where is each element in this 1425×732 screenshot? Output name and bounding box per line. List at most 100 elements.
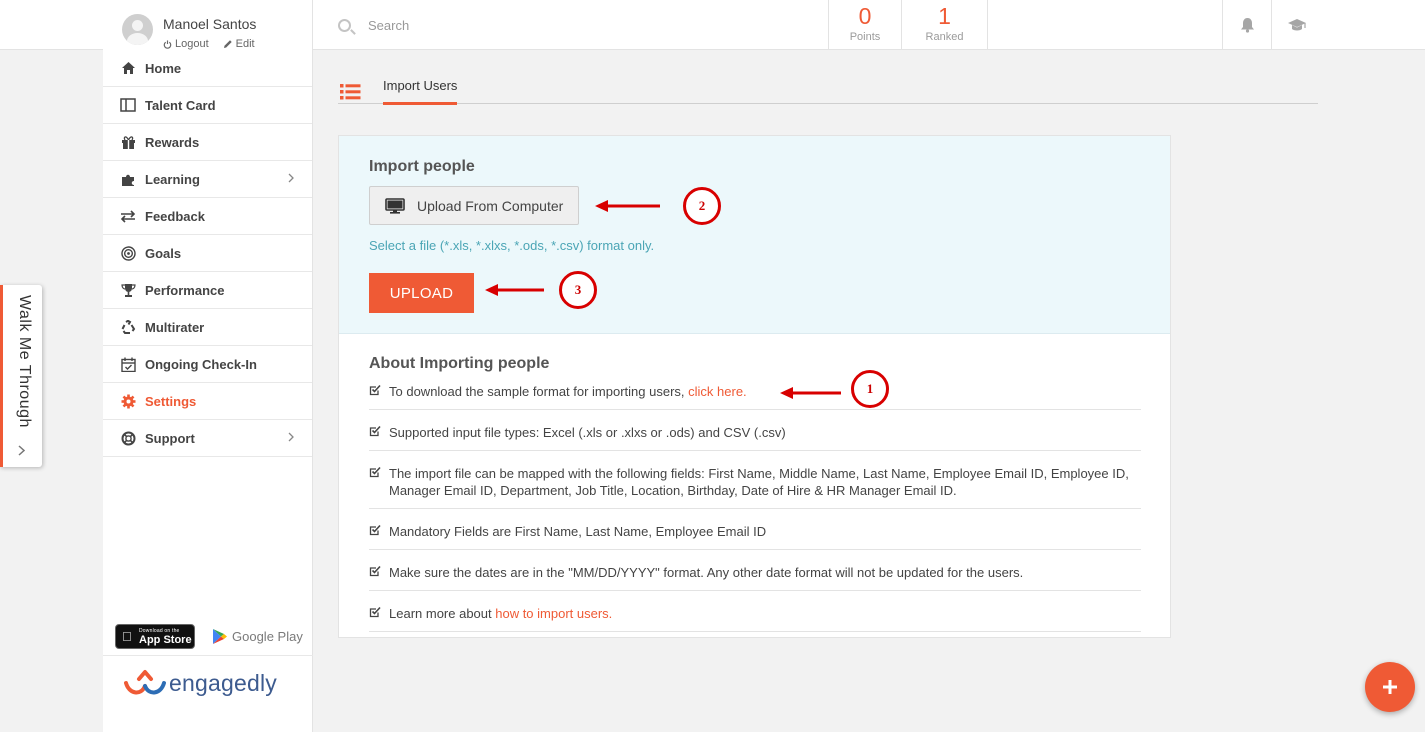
puzzle-icon: [121, 174, 134, 186]
engagedly-logo-icon: [124, 670, 166, 695]
gift-icon: [121, 136, 135, 149]
edit-label: Edit: [235, 38, 255, 50]
add-fab-button[interactable]: [1365, 662, 1415, 712]
recycle-icon: [121, 319, 136, 334]
annotation-arrow-1: [780, 387, 841, 399]
sidebar-item-talent-card[interactable]: Talent Card: [103, 87, 312, 124]
app-store-badge[interactable]:  Download on the App Store: [115, 624, 195, 649]
user-profile: Manoel Santos Logout Edit: [103, 0, 313, 50]
profile-links: Logout Edit: [163, 38, 255, 50]
item-text: Supported input file types: Excel (.xls …: [389, 425, 786, 440]
list-icon[interactable]: [340, 83, 361, 100]
sidebar-item-support[interactable]: Support: [103, 420, 312, 457]
google-play-text: Google Play: [232, 628, 303, 644]
google-play-badge[interactable]: Google Play: [212, 626, 303, 646]
logout-label: Logout: [175, 38, 209, 50]
annotation-circle-3: 3: [559, 271, 597, 309]
sidebar-item-label: Learning: [145, 171, 200, 187]
ranked-stat[interactable]: 1 Ranked: [901, 0, 988, 50]
item-text: Mandatory Fields are First Name, Last Na…: [389, 524, 767, 539]
brand-name: engagedly: [169, 669, 277, 696]
upload-button[interactable]: UPLOAD: [369, 273, 474, 313]
tab-import-users[interactable]: Import Users: [383, 78, 458, 105]
item-text: Learn more about: [389, 606, 496, 621]
list-item: Mandatory Fields are First Name, Last Na…: [369, 519, 1141, 550]
avatar[interactable]: [122, 14, 153, 45]
how-to-import-link[interactable]: how to import users.: [495, 606, 612, 621]
bell-icon: [1241, 18, 1254, 33]
app-store-text: App Store: [139, 634, 192, 646]
sample-format-link[interactable]: click here.: [688, 384, 747, 399]
home-icon: [121, 62, 135, 74]
item-text: To download the sample format for import…: [389, 384, 689, 399]
plus-icon: [1383, 680, 1397, 694]
google-play-icon: [213, 628, 227, 644]
learning-button[interactable]: [1271, 0, 1321, 50]
sidebar-item-ongoing-check-in[interactable]: Ongoing Check-In: [103, 346, 312, 383]
list-item: Supported input file types: Excel (.xls …: [369, 420, 1141, 451]
lifebuoy-icon: [121, 431, 135, 445]
check-square-icon: [369, 466, 381, 478]
file-format-hint: Select a file (*.xls, *.xlxs, *.ods, *.c…: [369, 238, 655, 253]
sidebar-item-label: Rewards: [145, 134, 200, 150]
pencil-icon: [223, 40, 232, 48]
sidebar-item-label: Home: [145, 60, 182, 76]
edit-link[interactable]: Edit: [223, 38, 255, 50]
walk-me-through-label: Walk Me Through: [16, 295, 33, 428]
check-square-icon: [369, 384, 381, 396]
talent-card-icon: [120, 98, 136, 112]
sidebar-item-label: Talent Card: [145, 97, 216, 113]
walk-me-through-tab[interactable]: Walk Me Through: [0, 285, 42, 467]
check-square-icon: [369, 524, 381, 536]
annotation-arrow-2: [595, 200, 660, 212]
ranked-value: 1: [938, 3, 951, 29]
sidebar-item-performance[interactable]: Performance: [103, 272, 312, 309]
list-item: To download the sample format for import…: [369, 379, 1141, 410]
sidebar: Home Talent Card Rewards Learning Feedba…: [103, 50, 313, 732]
notifications-button[interactable]: [1222, 0, 1272, 50]
list-item: The import file can be mapped with the f…: [369, 461, 1141, 509]
search-bar: [313, 0, 828, 50]
sidebar-item-goals[interactable]: Goals: [103, 235, 312, 272]
about-list: To download the sample format for import…: [369, 379, 1141, 642]
graduation-cap-icon: [1287, 18, 1306, 30]
import-panel: Import people Upload From Computer Selec…: [338, 135, 1171, 638]
annotation-circle-1: 1: [851, 370, 889, 408]
sidebar-item-rewards[interactable]: Rewards: [103, 124, 312, 161]
points-stat[interactable]: 0 Points: [828, 0, 901, 50]
sidebar-item-feedback[interactable]: Feedback: [103, 198, 312, 235]
tab-bar: Import Users: [338, 70, 1318, 105]
check-square-icon: [369, 425, 381, 437]
chevron-right-icon: [18, 445, 25, 456]
user-name: Manoel Santos: [163, 16, 257, 32]
check-square-icon: [369, 606, 381, 618]
item-text: Make sure the dates are in the "MM/DD/YY…: [389, 565, 1024, 580]
sidebar-item-multirater[interactable]: Multirater: [103, 309, 312, 346]
points-label: Points: [849, 31, 881, 43]
upload-from-computer-label: Upload From Computer: [417, 197, 564, 214]
item-text: The import file can be mapped with the f…: [389, 466, 1129, 498]
sidebar-item-label: Settings: [145, 393, 197, 409]
engagedly-logo: engagedly: [123, 665, 277, 701]
power-icon: [163, 39, 172, 49]
sidebar-item-learning[interactable]: Learning: [103, 161, 312, 198]
ranked-label: Ranked: [925, 31, 964, 43]
sidebar-item-label: Ongoing Check-In: [145, 356, 257, 372]
monitor-icon: [385, 197, 405, 214]
sidebar-item-settings[interactable]: Settings: [103, 383, 312, 420]
points-value: 0: [858, 3, 872, 29]
search-input[interactable]: [368, 14, 808, 36]
sidebar-item-label: Performance: [145, 282, 225, 298]
chevron-right-icon: [288, 173, 294, 183]
search-icon: [338, 19, 351, 32]
check-square-icon: [369, 565, 381, 577]
about-title: About Importing people: [369, 355, 550, 372]
list-item: Learn more about how to import users.: [369, 601, 1141, 632]
upload-from-computer-button[interactable]: Upload From Computer: [369, 186, 579, 225]
logout-link[interactable]: Logout: [163, 38, 209, 50]
list-item: Make sure the dates are in the "MM/DD/YY…: [369, 560, 1141, 591]
apple-icon: : [122, 630, 132, 643]
sidebar-item-home[interactable]: Home: [103, 50, 312, 87]
calendar-check-icon: [120, 357, 136, 372]
import-section: Import people Upload From Computer Selec…: [339, 136, 1170, 334]
